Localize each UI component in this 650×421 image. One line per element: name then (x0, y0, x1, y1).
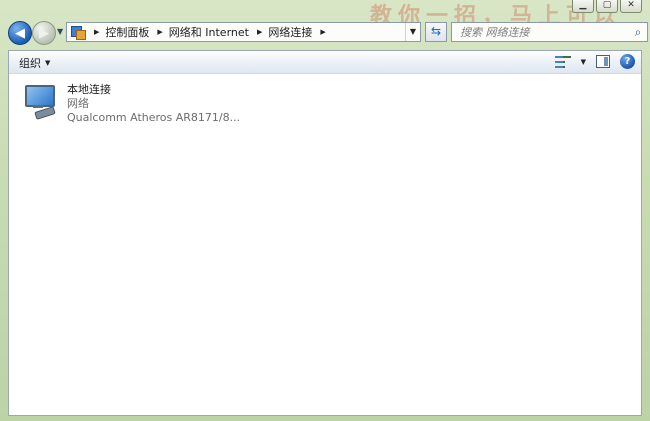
network-adapter-icon (23, 83, 59, 120)
list-item[interactable]: 本地连接 网络 Qualcomm Atheros AR8171/8... (21, 81, 285, 127)
arrow-right-icon: ▶ (39, 25, 49, 41)
window-controls: ▁ ▢ ✕ (572, 0, 642, 13)
refresh-button[interactable]: ⇆ (425, 22, 447, 42)
arrow-left-icon: ◀ (15, 25, 25, 41)
breadcrumb-separator-icon[interactable]: ▶ (157, 28, 162, 36)
minimize-button[interactable]: ▁ (572, 0, 594, 13)
breadcrumb-network-connections[interactable]: 网络连接 (268, 24, 312, 40)
breadcrumb-separator-icon[interactable]: ▶ (320, 28, 325, 36)
command-bar: 组织 ▼ ▼ ? (9, 51, 641, 74)
control-panel-icon (70, 25, 86, 40)
connection-status: 网络 (67, 97, 89, 110)
connection-device: Qualcomm Atheros AR8171/8... (67, 111, 241, 124)
address-bar[interactable]: ▶ 控制面板 ▶ 网络和 Internet ▶ 网络连接 ▶ ▼ (66, 22, 421, 42)
search-icon[interactable]: ⌕ (629, 25, 647, 40)
breadcrumb-network-internet[interactable]: 网络和 Internet (169, 24, 249, 40)
back-button[interactable]: ◀ (8, 21, 32, 45)
address-history-dropdown[interactable]: ▼ (405, 23, 420, 41)
preview-pane-icon[interactable] (596, 55, 610, 68)
content-pane: 组织 ▼ ▼ ? 本地连接 网络 Qualcomm Atheros AR8171… (8, 50, 642, 416)
explorer-window: 教你一招，马上可以 ▁ ▢ ✕ ◀ ▶ ▼ ▶ 控制面板 ▶ 网络和 Inter… (0, 0, 650, 421)
refresh-icon: ⇆ (430, 24, 442, 38)
breadcrumb-separator-icon[interactable]: ▶ (257, 28, 262, 36)
connection-details: 本地连接 网络 Qualcomm Atheros AR8171/8... (67, 83, 240, 125)
change-view-icon[interactable] (554, 55, 571, 69)
forward-button[interactable]: ▶ (32, 21, 56, 45)
maximize-button[interactable]: ▢ (596, 0, 618, 13)
organize-label: 组织 (19, 57, 41, 70)
view-options-dropdown[interactable]: ▼ (581, 58, 586, 66)
command-bar-right: ▼ ? (554, 54, 635, 69)
connection-name: 本地连接 (67, 83, 111, 96)
chevron-down-icon: ▼ (45, 59, 51, 67)
organize-button[interactable]: 组织 ▼ (19, 55, 50, 71)
recent-pages-dropdown[interactable]: ▼ (57, 27, 63, 36)
navigation-bar: ◀ ▶ ▼ ▶ 控制面板 ▶ 网络和 Internet ▶ 网络连接 ▶ ▼ ⇆… (6, 19, 648, 47)
search-input[interactable]: 搜索 网络连接 (460, 24, 629, 40)
close-button[interactable]: ✕ (620, 0, 642, 13)
search-box[interactable]: 搜索 网络连接 ⌕ (451, 22, 648, 42)
breadcrumb-control-panel[interactable]: 控制面板 (105, 24, 149, 40)
help-icon[interactable]: ? (620, 54, 635, 69)
breadcrumb-separator-icon[interactable]: ▶ (94, 28, 99, 36)
